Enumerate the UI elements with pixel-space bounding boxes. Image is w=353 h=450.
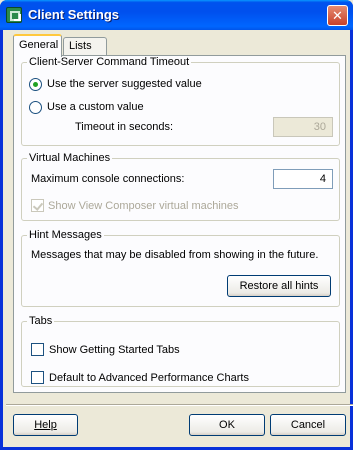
tab-lists-label: Lists — [69, 40, 92, 52]
max-connections-label: Maximum console connections: — [31, 173, 185, 185]
getting-started-checkbox[interactable] — [31, 343, 44, 356]
general-tab-panel: Client-Server Command Timeout Use the se… — [13, 55, 346, 393]
window-title: Client Settings — [28, 7, 120, 22]
timeout-seconds-label: Timeout in seconds: — [75, 121, 174, 133]
tabs-group-legend: Tabs — [29, 315, 53, 327]
advanced-perf-checkbox[interactable] — [31, 371, 44, 384]
footer-separator — [6, 404, 353, 406]
tab-general-label: General — [19, 39, 59, 51]
vsphere-client-icon — [6, 7, 22, 23]
timeout-seconds-input[interactable]: 30 — [273, 117, 333, 137]
server-timeout-label[interactable]: Use the server suggested value — [47, 78, 202, 90]
view-composer-label: Show View Composer virtual machines — [48, 200, 239, 212]
title-bar[interactable]: Client Settings ✕ — [0, 0, 353, 30]
restore-all-hints-button[interactable]: Restore all hints — [227, 275, 331, 297]
custom-timeout-radio[interactable] — [29, 101, 42, 114]
max-connections-input[interactable]: 4 — [273, 169, 333, 189]
tab-lists[interactable]: Lists — [63, 37, 107, 55]
client-settings-window: Client Settings ✕ General Lists Client-S… — [0, 0, 353, 450]
cancel-button[interactable]: Cancel — [270, 414, 346, 436]
help-button-label: Help — [34, 419, 57, 431]
advanced-perf-label[interactable]: Default to Advanced Performance Charts — [49, 372, 249, 384]
view-composer-checkbox[interactable] — [31, 199, 44, 212]
close-button[interactable]: ✕ — [327, 5, 348, 26]
virtual-machines-legend: Virtual Machines — [29, 152, 111, 164]
timeout-group-legend: Client-Server Command Timeout — [29, 56, 190, 68]
server-timeout-radio[interactable] — [29, 78, 42, 91]
tab-general[interactable]: General — [13, 34, 62, 57]
hint-description: Messages that may be disabled from showi… — [31, 249, 319, 261]
getting-started-label[interactable]: Show Getting Started Tabs — [49, 344, 180, 356]
hint-messages-legend: Hint Messages — [29, 229, 102, 241]
help-button[interactable]: Help — [13, 414, 78, 436]
custom-timeout-label[interactable]: Use a custom value — [47, 101, 144, 113]
ok-button[interactable]: OK — [189, 414, 265, 436]
